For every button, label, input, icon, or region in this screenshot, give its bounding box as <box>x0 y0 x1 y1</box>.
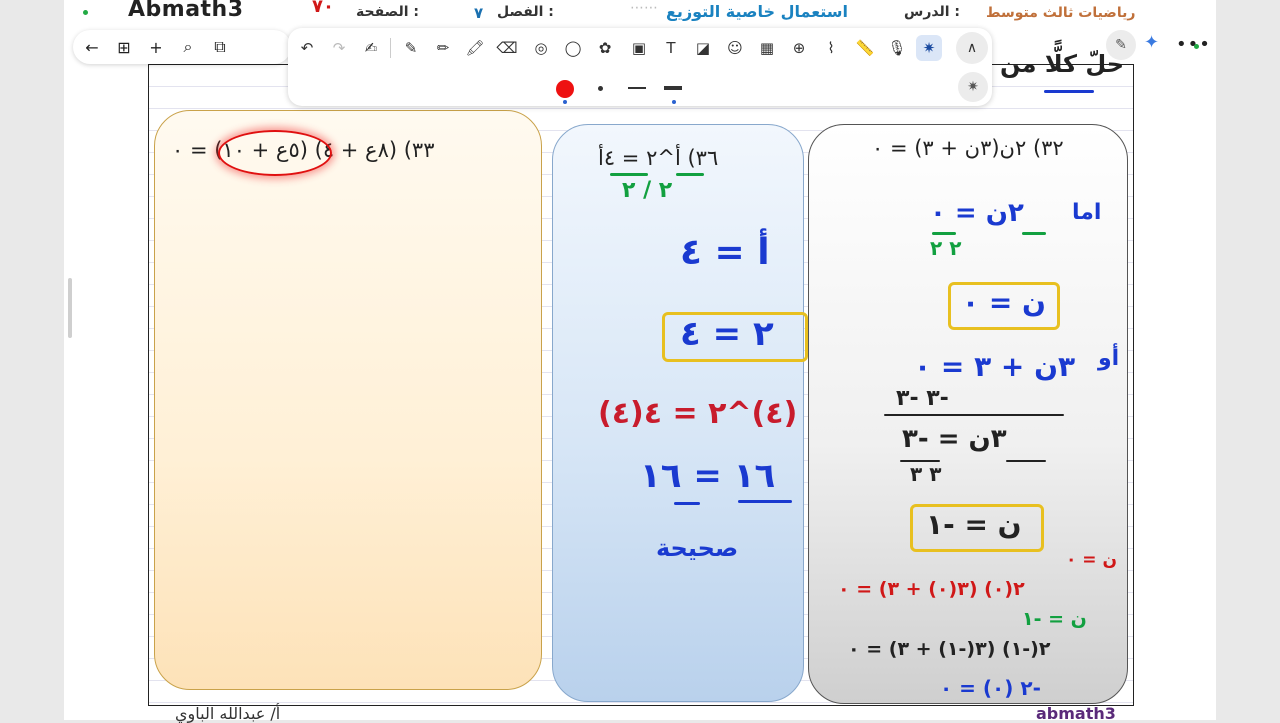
text-box-icon[interactable]: T <box>658 35 684 61</box>
underline-16-left <box>674 502 700 505</box>
divide-by-3: ٣ ٣ <box>910 462 942 486</box>
subject-title: رياضيات ثالث متوسط <box>986 5 1136 21</box>
size-dot-option[interactable] <box>598 86 603 91</box>
frac-bar-2b <box>1006 460 1046 462</box>
drawing-toolbar: ↶ ↷ ✍ ✎ ✏ 🖍 ⌫ ◎ ◯ ✿ ▣ T ◪ ☺ ▦ ⊕ ⌇ 📏 🎙 ✷ <box>288 28 992 106</box>
color-swatch-red[interactable] <box>556 80 574 98</box>
status-dot <box>83 10 88 15</box>
divide-by-2: ٢ ٢ <box>930 236 962 260</box>
redo-icon[interactable]: ↷ <box>326 35 352 61</box>
either-label: اما <box>1072 200 1102 225</box>
size-thick-option[interactable] <box>664 86 682 90</box>
check-n-zero: ٢(٠) (٣(٠) + ٣) = ٠ <box>838 578 1025 600</box>
eq-3n-plus-3: ٣ن + ٣ = ٠ <box>914 350 1076 383</box>
sticker-icon[interactable]: ✿ <box>592 35 618 61</box>
page-label: الصفحة : <box>356 4 419 20</box>
page-number: ٧٠ <box>312 0 334 17</box>
status-dot-right <box>1194 44 1199 49</box>
question-32: ٣٢) ٢ن(٣ن + ٣) = ٠ <box>872 136 1064 160</box>
table-icon[interactable]: ▦ <box>754 35 780 61</box>
check-substitution: (٤)^٢ = ٤(٤) <box>598 396 798 431</box>
pen-icon[interactable]: ✎ <box>398 35 424 61</box>
working-line <box>884 414 1064 416</box>
pencil-icon[interactable]: ✏ <box>430 35 456 61</box>
search-icon[interactable]: ⌕ <box>175 34 201 60</box>
lasso-icon[interactable]: ◯ <box>560 35 586 61</box>
boxed-answer-mid: ٢ = ٤ <box>680 314 774 354</box>
selected-color-indicator <box>563 100 567 104</box>
emoji-icon[interactable]: ☺ <box>722 35 748 61</box>
collapse-toolbar-icon[interactable]: ∧ <box>956 32 988 64</box>
handwriting-fraction: ٢ / ٢ <box>622 178 673 203</box>
frac-bar-1a <box>932 232 956 235</box>
grid-view-icon[interactable]: ⊞ <box>111 34 137 60</box>
undo-icon[interactable]: ↶ <box>294 35 320 61</box>
add-page-icon[interactable]: + <box>143 34 169 60</box>
subtract-3: -٣ -٣ <box>896 386 949 411</box>
underline-16-right <box>738 500 792 503</box>
ai-sparkle-icon[interactable]: ✦ <box>1144 32 1159 53</box>
red-highlight-circle <box>218 130 332 176</box>
page-scroll-handle[interactable] <box>68 278 72 338</box>
chart-icon[interactable]: ⌇ <box>818 35 844 61</box>
eq-2n-zero: ٢ن = ٠ <box>930 198 1024 228</box>
microphone-icon[interactable]: 🎙 <box>884 35 910 61</box>
chapter-label: الفصل : <box>497 4 554 20</box>
boxed-n-zero: ن = ٠ <box>962 286 1046 319</box>
size-thin-option[interactable] <box>628 87 646 89</box>
site-brand: abmath3 <box>1036 704 1116 723</box>
chapter-number: ٧ <box>474 4 484 22</box>
ruler-icon[interactable]: 📏 <box>852 35 878 61</box>
check-n-minus1: ٢(-١) (٣(-١) + ٣) = ٠ <box>848 638 1051 660</box>
highlighter-icon[interactable]: 🖍 <box>462 35 488 61</box>
fraction-bar-right <box>676 173 704 176</box>
check-n-minus1-label: ن = -١ <box>1022 608 1087 630</box>
back-arrow-icon[interactable]: ← <box>79 34 105 60</box>
brand-title: Abmath3 <box>128 0 244 22</box>
lesson-title: استعمال خاصية التوزيع <box>666 2 848 21</box>
instruction-underline <box>1044 90 1094 93</box>
lesson-label: الدرس : <box>904 4 961 20</box>
check-final: -٢ (٠) = ٠ <box>940 676 1041 700</box>
navigation-bar: ← ⊞ + ⌕ ⧉ <box>73 30 291 64</box>
note-icon[interactable]: ◪ <box>690 35 716 61</box>
question-36: ٣٦) أ^٢ = ٤أ <box>598 146 719 170</box>
frac-bar-1b <box>1022 232 1046 235</box>
laser-options-icon[interactable]: ✷ <box>958 72 988 102</box>
laser-pointer-icon[interactable]: ✷ <box>916 35 942 61</box>
selected-size-indicator <box>672 100 676 104</box>
toolbar-divider <box>390 38 391 58</box>
card-question-33[interactable] <box>154 110 542 690</box>
correct-label: صحيحة <box>656 534 739 562</box>
teacher-name: أ/ عبدالله الباوي <box>175 704 281 723</box>
eq-3n-minus-3: ٣ن = -٣ <box>902 424 1007 454</box>
zoom-icon[interactable]: ⊕ <box>786 35 812 61</box>
boxed-n-minus-1: ن = -١ <box>926 508 1022 541</box>
fraction-bar-left <box>610 173 648 176</box>
or-label: أو <box>1098 346 1120 371</box>
instruction-title: حلّ كلًّا من <box>1000 50 1125 78</box>
check-n-zero-label: ن = ٠ <box>1066 550 1117 570</box>
drag-dots: ⋯⋯ <box>630 0 658 16</box>
check-result: ١٦ = ١٦ <box>640 456 776 496</box>
eraser-icon[interactable]: ⌫ <box>494 35 520 61</box>
hand-write-icon[interactable]: ✍ <box>358 35 384 61</box>
page-copy-icon[interactable]: ⧉ <box>207 34 233 60</box>
shape-icon[interactable]: ◎ <box>528 35 554 61</box>
image-icon[interactable]: ▣ <box>626 35 652 61</box>
handwriting-a-equals: أ = ٤ <box>680 232 770 273</box>
